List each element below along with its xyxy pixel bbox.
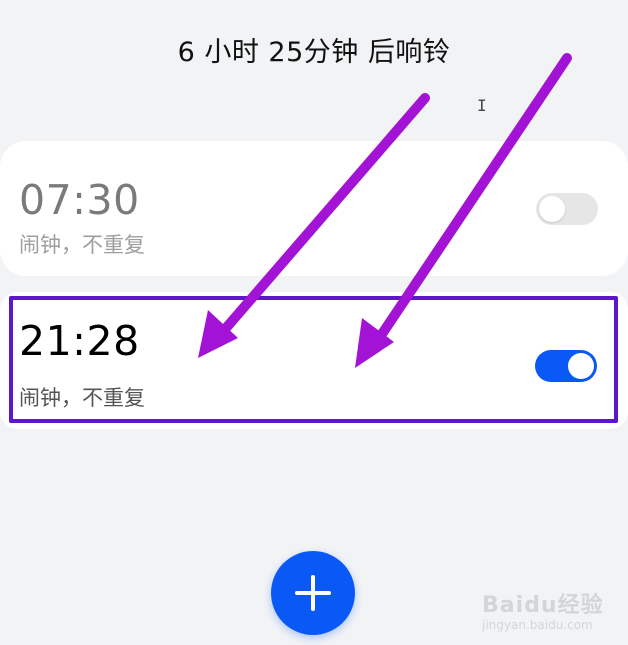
annotation-arrows (198, 53, 572, 368)
plus-icon (295, 575, 331, 611)
baidu-watermark: Baidu经验 jingyan.baidu.com (480, 580, 620, 636)
watermark-url: jingyan.baidu.com (482, 618, 593, 632)
watermark-brand: Baidu经验 (482, 593, 604, 618)
annotation-arrow-right (355, 53, 572, 368)
add-alarm-button[interactable] (271, 551, 355, 635)
